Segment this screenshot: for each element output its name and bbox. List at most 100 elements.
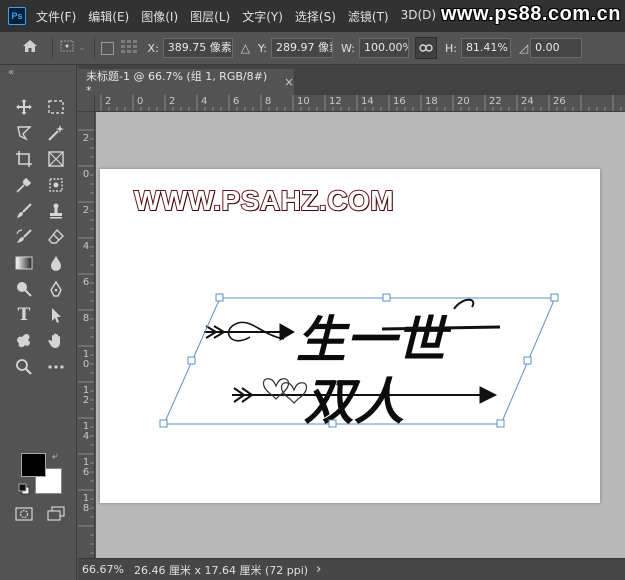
reference-grid-icon[interactable]	[120, 39, 138, 58]
delta-icon[interactable]: △	[241, 41, 250, 55]
ruler-label: 14	[361, 96, 374, 107]
menu-type[interactable]: 文字(Y)	[242, 8, 283, 25]
photoshop-logo[interactable]: Ps	[8, 7, 26, 25]
rotate-icon[interactable]: ◿	[519, 41, 528, 55]
menu-bar: Ps 文件(F) 编辑(E) 图像(I) 图层(L) 文字(Y) 选择(S) 滤…	[0, 0, 625, 32]
handle-bottom-center	[328, 419, 337, 428]
menu-3d[interactable]: 3D(D)	[401, 8, 436, 25]
lasso-icon[interactable]	[12, 122, 36, 144]
ruler-label: 20	[457, 96, 470, 107]
ruler-label: 4	[82, 241, 90, 252]
eyedropper-icon[interactable]	[12, 174, 36, 196]
menu-filter[interactable]: 滤镜(T)	[348, 8, 389, 25]
handle-bottom-right	[496, 419, 505, 428]
tools-panel: « T ⤶	[0, 65, 77, 580]
ruler-label: 18	[425, 96, 438, 107]
ruler-label: 14	[82, 421, 90, 442]
chevron-down-icon[interactable]: ⌄	[78, 43, 86, 53]
checkbox-icon[interactable]	[100, 41, 114, 55]
ruler-label: 12	[82, 385, 90, 406]
magic-wand-icon[interactable]	[44, 122, 68, 144]
menu-edit[interactable]: 编辑(E)	[88, 8, 129, 25]
ruler-label: 16	[82, 457, 90, 478]
path-select-icon[interactable]	[44, 304, 68, 326]
gradient-icon[interactable]	[12, 252, 36, 274]
link-icon[interactable]	[414, 37, 437, 59]
options-bar: ⌄ X: 389.75 像素 △ Y: 289.97 像素 W: 100.00%…	[0, 32, 625, 65]
horizontal-ruler[interactable]: 2 0 2 4 6 8 10 12 14 16 18 20 22 24 26	[95, 95, 625, 112]
title-line-2: 双人	[304, 372, 404, 431]
default-colors-icon[interactable]	[18, 483, 30, 498]
ruler-label: 6	[233, 96, 240, 107]
width-field[interactable]: 100.00%	[358, 38, 409, 58]
artwork[interactable]: 生一世 双人	[100, 169, 600, 503]
collapse-panel-icon[interactable]: «	[8, 67, 14, 78]
swap-colors-icon[interactable]: ⤶	[52, 451, 58, 462]
stamp-icon[interactable]	[44, 200, 68, 222]
close-icon[interactable]: ×	[284, 75, 294, 89]
ruler-corner	[78, 95, 95, 112]
divider	[93, 37, 95, 59]
healing-icon[interactable]	[44, 174, 68, 196]
document-size: 26.46 厘米 x 17.64 厘米 (72 ppi)	[134, 563, 309, 577]
handle-middle-right	[523, 356, 532, 365]
ruler-label: 2	[82, 205, 90, 216]
blur-icon[interactable]	[44, 252, 68, 274]
menu-image[interactable]: 图像(I)	[141, 8, 178, 25]
menu-file[interactable]: 文件(F)	[36, 8, 76, 25]
height-field[interactable]: 81.41%	[460, 38, 511, 58]
frame-icon[interactable]	[44, 148, 68, 170]
history-brush-icon[interactable]	[12, 226, 36, 248]
document-tab[interactable]: 未标题-1 @ 66.7% (组 1, RGB/8#) * ×	[78, 69, 294, 97]
ruler-label: 2	[105, 96, 112, 107]
type-icon[interactable]: T	[12, 304, 36, 326]
canvas-workspace[interactable]: WWW.PSAHZ.COM 生一世 双人	[96, 112, 625, 558]
ruler-label: 16	[393, 96, 406, 107]
zoom-icon[interactable]	[12, 356, 36, 378]
handle-top-center	[382, 293, 391, 302]
menu-items: 文件(F) 编辑(E) 图像(I) 图层(L) 文字(Y) 选择(S) 滤镜(T…	[36, 8, 448, 25]
handle-top-right	[550, 293, 559, 302]
dodge-icon[interactable]	[12, 278, 36, 300]
arrow-ornament-top	[204, 321, 296, 342]
title-line-1: 生一世	[296, 310, 452, 369]
rotation-field[interactable]: 0.00	[530, 38, 583, 58]
brush-icon[interactable]	[12, 200, 36, 222]
reference-point-icon[interactable]	[59, 39, 75, 57]
eraser-icon[interactable]	[44, 226, 68, 248]
menu-select[interactable]: 选择(S)	[295, 8, 336, 25]
document-canvas[interactable]: WWW.PSAHZ.COM 生一世 双人	[100, 169, 600, 503]
menu-layer[interactable]: 图层(L)	[190, 8, 230, 25]
ruler-label: 6	[82, 277, 90, 288]
status-bar: 66.67% 26.46 厘米 x 17.64 厘米 (72 ppi) ›	[78, 558, 625, 580]
document-tab-title: 未标题-1 @ 66.7% (组 1, RGB/8#) *	[86, 69, 268, 97]
status-menu-arrow-icon[interactable]: ›	[316, 562, 321, 577]
y-label: Y:	[258, 41, 267, 55]
flourish-curl	[453, 298, 475, 310]
quick-mask-icon[interactable]	[12, 503, 36, 525]
ruler-label: 10	[297, 96, 310, 107]
y-position-field[interactable]: 289.97 像素	[271, 38, 333, 58]
ruler-label: 0	[82, 169, 90, 180]
ruler-label: 2	[82, 133, 90, 144]
handle-bottom-left	[159, 419, 168, 428]
custom-shape-icon[interactable]	[12, 330, 36, 352]
home-icon[interactable]	[22, 39, 38, 57]
vertical-ruler[interactable]: 2 0 2 4 6 8 10 12 14 16 18	[78, 112, 95, 558]
more-icon[interactable]	[44, 356, 68, 378]
move-icon[interactable]	[12, 96, 36, 118]
foreground-color-swatch[interactable]	[21, 453, 46, 477]
divider	[52, 37, 53, 59]
ruler-label: 8	[265, 96, 272, 107]
ruler-label: 2	[169, 96, 176, 107]
hand-icon[interactable]	[44, 330, 68, 352]
x-position-field[interactable]: 389.75 像素	[162, 38, 233, 58]
rect-marquee-icon[interactable]	[44, 96, 68, 118]
crop-icon[interactable]	[12, 148, 36, 170]
ruler-label: 0	[137, 96, 144, 107]
screen-mode-icon[interactable]	[44, 503, 68, 525]
pen-icon[interactable]	[44, 278, 68, 300]
zoom-level[interactable]: 66.67%	[82, 563, 128, 576]
ruler-label: 10	[82, 349, 90, 370]
w-label: W:	[341, 41, 355, 55]
